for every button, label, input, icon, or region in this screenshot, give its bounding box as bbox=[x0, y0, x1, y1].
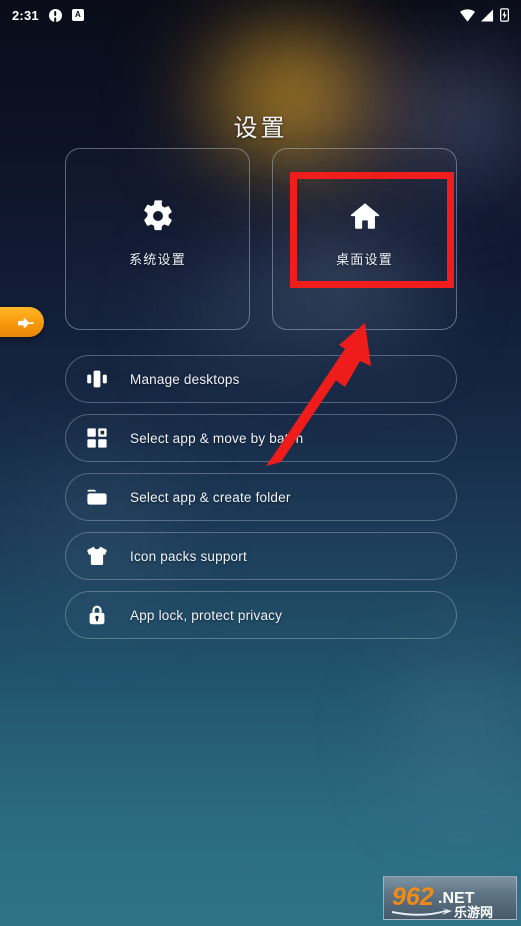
pointing-hand-icon bbox=[16, 313, 35, 332]
watermark-number-text: 962 bbox=[392, 883, 434, 911]
a-badge-icon: A bbox=[71, 9, 84, 21]
list-item-icon-packs-support-label: Icon packs support bbox=[130, 548, 247, 564]
phone-screen: 2:31 A 设置 系统设置 桌面设置 Manage desktops Sele… bbox=[0, 0, 521, 926]
list-item-app-lock-protect-privacy[interactable]: App lock, protect privacy bbox=[65, 591, 457, 639]
list-item-icon-packs-support[interactable]: Icon packs support bbox=[65, 532, 457, 580]
carousel-cards-icon bbox=[84, 366, 110, 392]
battery-charging-icon bbox=[500, 8, 509, 22]
list-item-select-app-create-folder-label: Select app & create folder bbox=[130, 489, 291, 505]
list-item-select-app-move-by-batch[interactable]: Select app & move by batch bbox=[65, 414, 457, 462]
edge-gesture-handle[interactable] bbox=[0, 307, 44, 337]
card-desktop-settings-content: 桌面设置 bbox=[336, 199, 393, 268]
page-title: 设置 bbox=[233, 115, 288, 142]
settings-list: Manage desktops Select app & move by bat… bbox=[65, 355, 457, 650]
wallpaper-glow-low bbox=[382, 628, 521, 828]
list-item-select-app-create-folder[interactable]: Select app & create folder bbox=[65, 473, 457, 521]
list-item-app-lock-protect-privacy-label: App lock, protect privacy bbox=[130, 607, 283, 623]
grid-squares-icon bbox=[84, 425, 110, 451]
settings-card-group: 系统设置 桌面设置 bbox=[65, 148, 457, 330]
status-clock: 2:31 bbox=[12, 7, 39, 23]
status-bar-left: 2:31 A bbox=[12, 8, 84, 23]
cellular-signal-icon bbox=[481, 8, 494, 22]
card-desktop-settings[interactable]: 桌面设置 bbox=[272, 148, 457, 330]
card-desktop-settings-label: 桌面设置 bbox=[336, 251, 393, 267]
gear-icon bbox=[141, 199, 175, 233]
home-icon bbox=[348, 199, 382, 233]
status-bar-right bbox=[460, 8, 509, 22]
wifi-icon bbox=[460, 8, 475, 22]
list-item-manage-desktops[interactable]: Manage desktops bbox=[65, 355, 457, 403]
list-item-select-app-move-by-batch-label: Select app & move by batch bbox=[130, 430, 304, 446]
a-badge-label: A bbox=[71, 9, 84, 21]
card-system-settings-label: 系统设置 bbox=[129, 251, 186, 267]
watermark-chinese-text: 乐游网 bbox=[454, 905, 493, 920]
card-system-settings[interactable]: 系统设置 bbox=[65, 148, 250, 330]
watermark-962net: 962 .NET 乐游网 bbox=[383, 876, 517, 920]
tshirt-icon bbox=[84, 543, 110, 569]
lock-icon bbox=[84, 602, 110, 628]
list-item-manage-desktops-label: Manage desktops bbox=[130, 371, 240, 387]
folder-icon bbox=[84, 484, 110, 510]
card-system-settings-content: 系统设置 bbox=[129, 199, 186, 268]
status-bar: 2:31 A bbox=[0, 0, 521, 30]
alert-circle-icon bbox=[48, 8, 62, 22]
